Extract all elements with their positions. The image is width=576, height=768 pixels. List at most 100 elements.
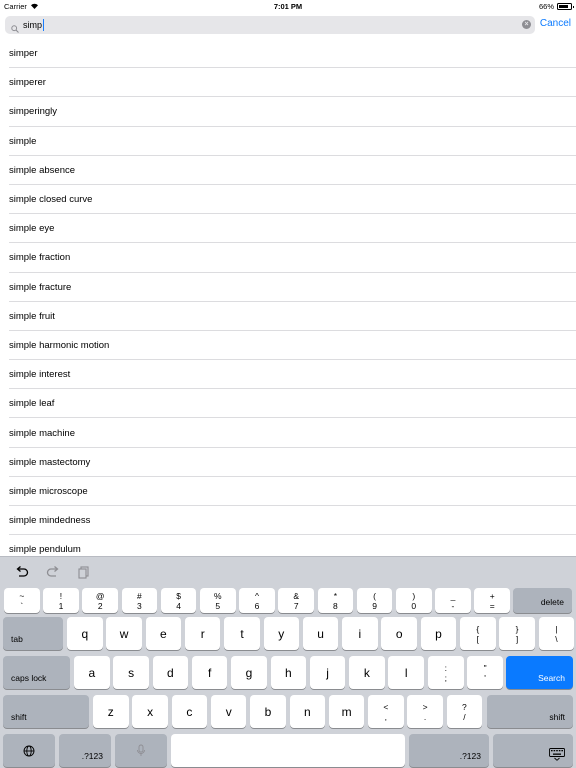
tab-key[interactable]: tab — [3, 617, 63, 650]
key-t[interactable]: t — [224, 617, 260, 650]
key-glyph-bottom: 8 — [333, 600, 338, 611]
key-glyph-top: { — [476, 623, 480, 634]
key-glyph-top: " — [483, 662, 487, 673]
list-item[interactable]: simple absence — [0, 156, 576, 186]
key-j[interactable]: j — [309, 656, 346, 689]
key-glyph-bottom: \ — [555, 633, 558, 644]
key-l[interactable]: l — [388, 656, 424, 689]
key-num-6[interactable]: ^ 6 — [239, 588, 275, 613]
shift-left-key[interactable]: shift — [3, 695, 89, 728]
key-f[interactable]: f — [191, 656, 228, 689]
key-punct3-2[interactable]: ? / — [446, 695, 483, 728]
list-item[interactable]: simple mastectomy — [0, 448, 576, 478]
key-x-label: x — [147, 704, 154, 719]
key-m[interactable]: m — [328, 695, 365, 728]
redo-icon[interactable] — [45, 564, 61, 580]
list-item[interactable]: simple interest — [0, 360, 576, 390]
key-y[interactable]: y — [263, 617, 300, 650]
key-punct2-1[interactable]: " ' — [467, 656, 503, 689]
dismiss-keyboard-key[interactable] — [493, 734, 573, 767]
key-num-4[interactable]: $4 — [160, 588, 197, 613]
key-num-0[interactable]: ~ ` — [4, 588, 40, 613]
key-num-9[interactable]: (9 — [356, 588, 393, 613]
list-item[interactable]: simper — [0, 39, 576, 69]
key-num-5[interactable]: % 5 — [200, 588, 236, 613]
key-num-8[interactable]: * 8 — [317, 588, 354, 613]
list-item[interactable]: simple closed curve — [0, 185, 576, 215]
key-p[interactable]: p — [420, 617, 457, 650]
list-item[interactable]: simple leaf — [0, 389, 576, 419]
status-bar: Carrier 7:01 PM 66% — [0, 0, 576, 13]
battery-fill — [559, 5, 568, 8]
key-glyph-top: # — [137, 590, 142, 601]
clear-icon[interactable]: × — [522, 20, 531, 29]
key-u[interactable]: u — [302, 617, 339, 650]
key-k[interactable]: k — [349, 656, 385, 689]
list-item[interactable]: simple pendulum — [0, 535, 576, 556]
list-item[interactable]: simperer — [0, 68, 576, 98]
key-num-3[interactable]: #3 — [121, 588, 158, 613]
key-x[interactable]: x — [132, 695, 168, 728]
list-item[interactable]: simple fraction — [0, 243, 576, 273]
key-n-label: n — [303, 704, 311, 719]
list-item[interactable]: simple microscope — [0, 477, 576, 507]
key-glyph-top: : — [444, 662, 447, 673]
key-r[interactable]: r — [184, 617, 221, 650]
caps-lock-key[interactable]: caps lock — [3, 656, 70, 689]
key-e[interactable]: e — [145, 617, 182, 650]
list-item[interactable]: simple fracture — [0, 273, 576, 302]
key-h[interactable]: h — [270, 656, 307, 689]
search-field[interactable]: simp × — [5, 16, 535, 34]
key-r-label: r — [200, 626, 205, 641]
list-item[interactable]: simple fruit — [0, 302, 576, 332]
key-num-12[interactable]: + = — [474, 588, 510, 613]
numbers-key-left[interactable]: .?123 — [59, 734, 111, 767]
key-v[interactable]: v — [210, 695, 247, 728]
key-s[interactable]: s — [113, 656, 149, 689]
key-glyph-bottom: / — [463, 711, 466, 722]
key-punct2-0[interactable]: :; — [428, 656, 464, 689]
key-glyph-top: } — [515, 623, 519, 634]
key-o[interactable]: o — [381, 617, 417, 650]
paste-icon[interactable] — [76, 564, 92, 580]
list-item[interactable]: simple — [0, 127, 576, 156]
key-g[interactable]: g — [231, 656, 267, 689]
key-punct1-1[interactable]: }] — [499, 617, 535, 650]
key-glyph-bottom: 0 — [411, 600, 417, 611]
key-q[interactable]: q — [67, 617, 103, 650]
key-num-1[interactable]: ! 1 — [43, 588, 79, 613]
key-punct1-0[interactable]: {[ — [460, 617, 496, 650]
search-input[interactable]: simp — [23, 19, 44, 31]
key-w[interactable]: w — [106, 617, 142, 650]
key-punct1-2[interactable]: | \ — [538, 617, 575, 650]
key-num-7[interactable]: & 7 — [278, 588, 314, 613]
key-a[interactable]: a — [74, 656, 110, 689]
key-num-10[interactable]: ) 0 — [396, 588, 432, 613]
numbers-key-right[interactable]: .?123 — [409, 734, 489, 767]
key-num-11[interactable]: _ - — [435, 588, 471, 613]
dictation-key[interactable] — [115, 734, 167, 767]
space-key[interactable] — [171, 734, 405, 767]
undo-icon[interactable] — [14, 564, 30, 580]
key-d[interactable]: d — [152, 656, 189, 689]
key-i[interactable]: i — [342, 617, 378, 650]
cancel-button[interactable]: Cancel — [540, 18, 571, 29]
key-punct3-0[interactable]: <, — [368, 695, 404, 728]
list-item[interactable]: simple harmonic motion — [0, 331, 576, 361]
globe-key[interactable] — [3, 734, 55, 767]
key-c[interactable]: c — [171, 695, 208, 728]
list-item[interactable]: simple eye — [0, 214, 576, 244]
shift-right-key[interactable]: shift — [487, 695, 573, 728]
list-item[interactable]: simple mindedness — [0, 506, 576, 536]
key-b[interactable]: b — [250, 695, 286, 728]
list-item[interactable]: simple machine — [0, 418, 576, 448]
search-icon — [11, 20, 19, 33]
search-key-label: Search — [538, 673, 565, 683]
key-punct3-1[interactable]: >. — [407, 695, 443, 728]
key-z[interactable]: z — [93, 695, 129, 728]
delete-key[interactable]: delete — [513, 588, 572, 613]
search-key[interactable]: Search — [506, 656, 573, 689]
list-item[interactable]: simperingly — [0, 97, 576, 127]
key-num-2[interactable]: @2 — [82, 588, 118, 613]
key-n[interactable]: n — [289, 695, 326, 728]
